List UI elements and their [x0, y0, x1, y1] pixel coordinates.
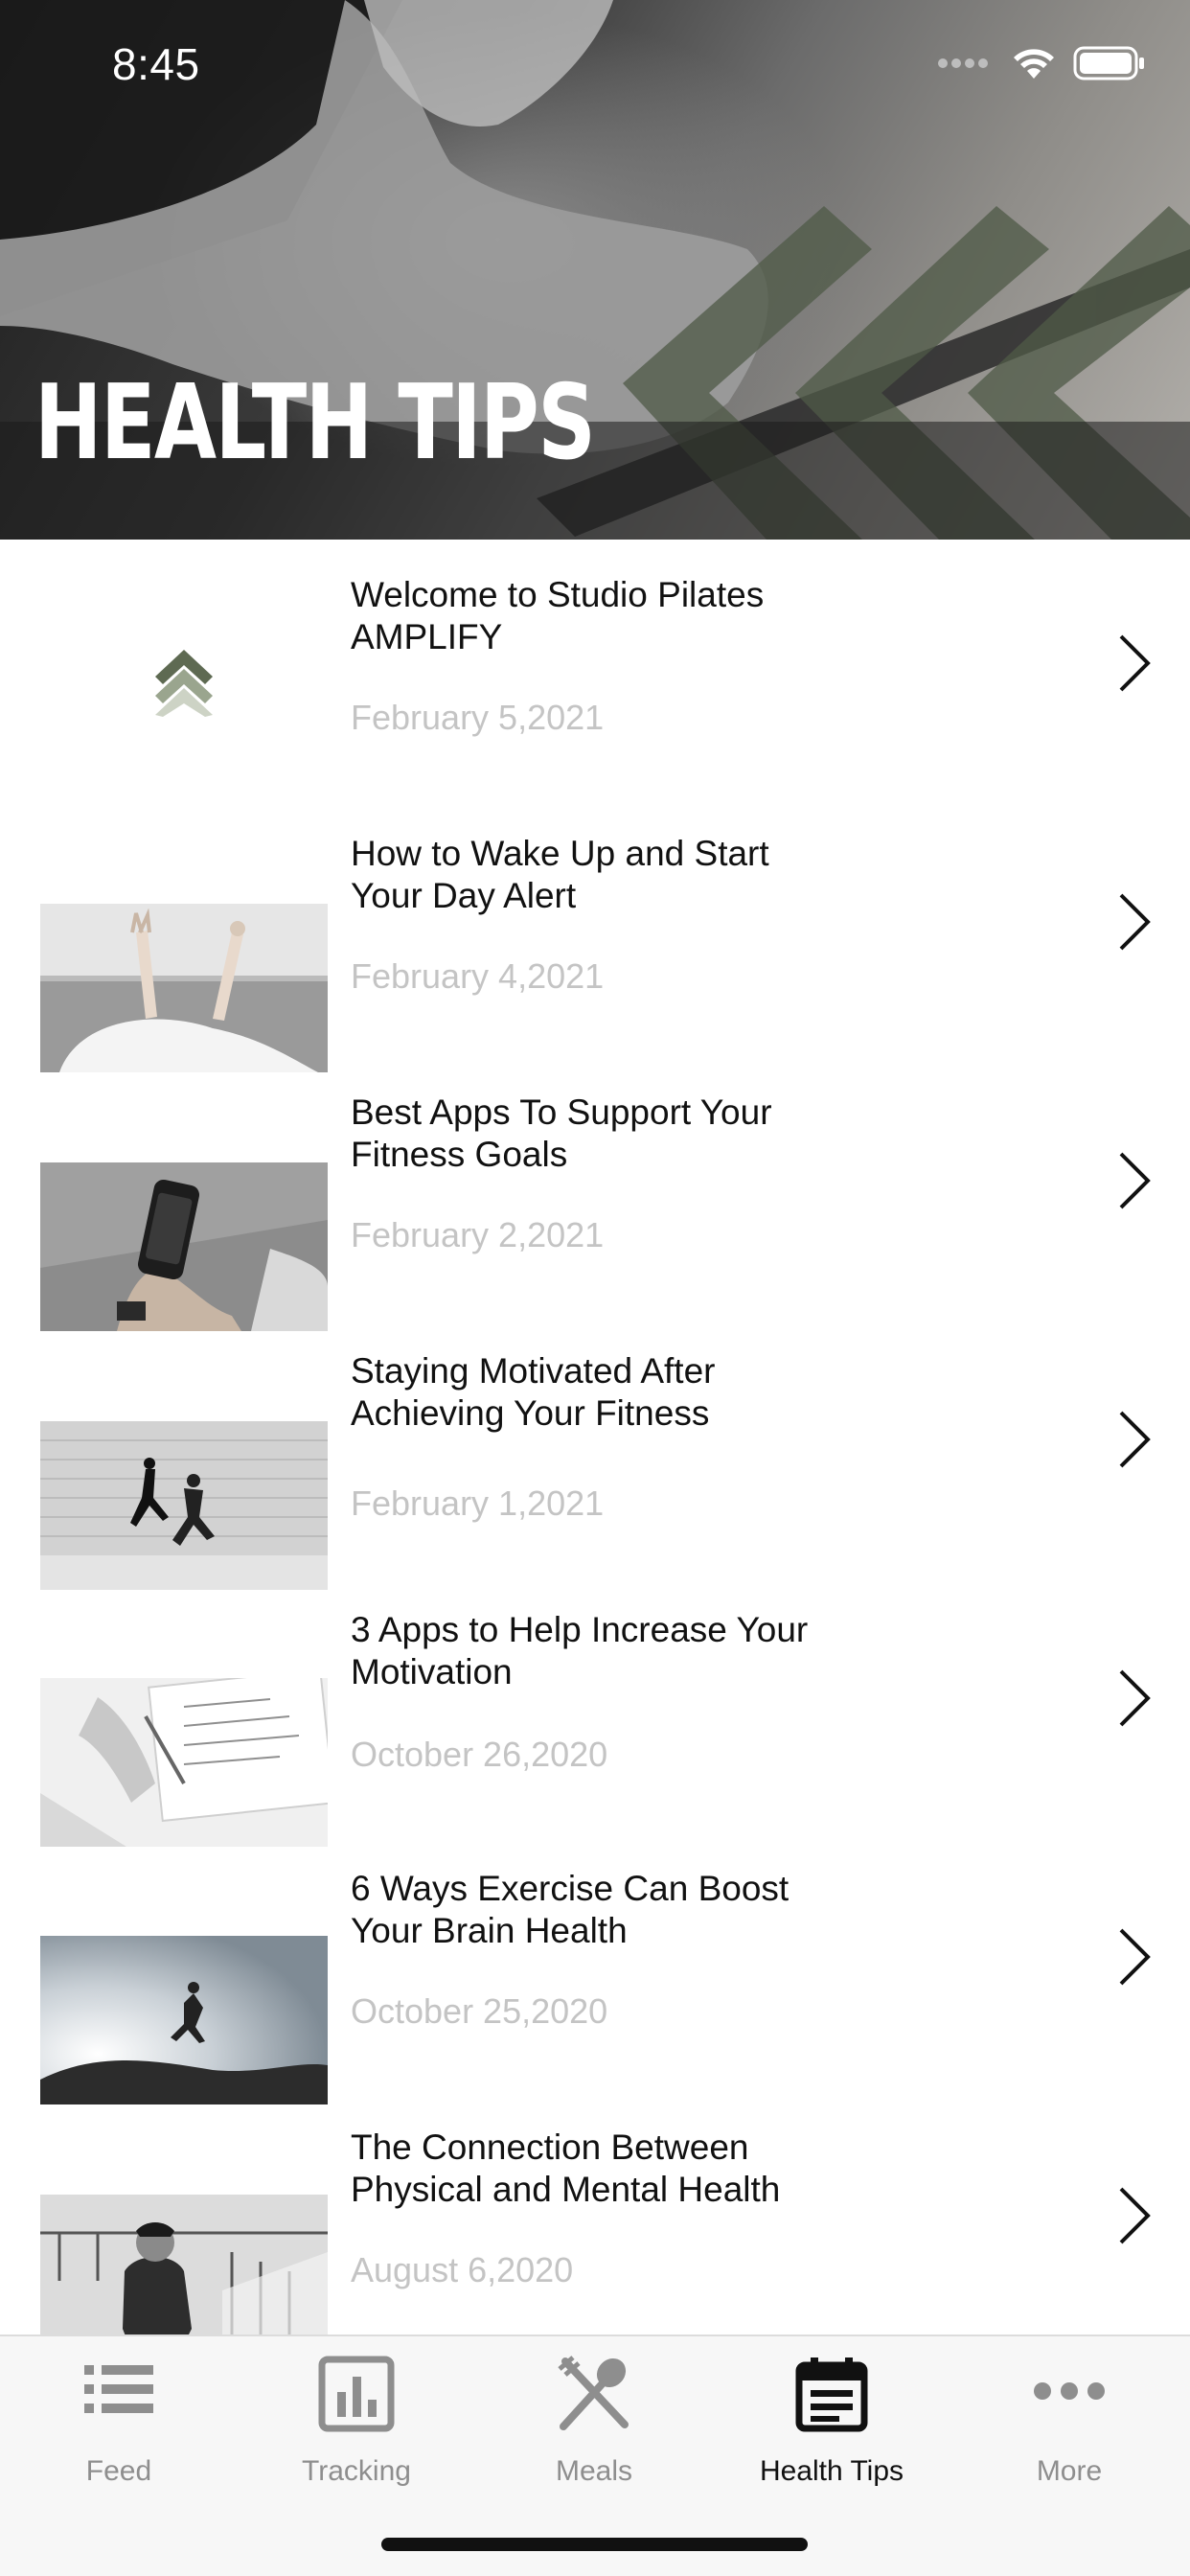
article-date: February 5,2021: [351, 698, 605, 737]
fork-spoon-icon: [558, 2356, 629, 2430]
tab-feed[interactable]: Feed: [0, 2336, 238, 2499]
tab-meals[interactable]: Meals: [475, 2336, 713, 2499]
bar-chart-icon: [318, 2356, 395, 2432]
chevron-right-icon[interactable]: [1115, 1668, 1154, 1729]
article-title: The Connection Between Physical and Ment…: [351, 2128, 781, 2209]
list-item[interactable]: Staying Motivated After Achieving Your F…: [0, 1316, 1190, 1590]
article-date: February 1,2021: [351, 1484, 605, 1523]
article-thumbnail: [40, 1421, 328, 1590]
article-thumbnail: [40, 1162, 328, 1331]
chevron-right-icon[interactable]: [1115, 2185, 1154, 2246]
article-thumbnail: [40, 1936, 328, 2104]
logo-chevron-icon: [155, 650, 213, 717]
article-thumbnail: [40, 904, 328, 1072]
tab-more[interactable]: More: [950, 2336, 1188, 2499]
calendar-icon: [795, 2358, 868, 2432]
hero-banner: HEALTH TIPS 8:45: [0, 0, 1190, 540]
list-item[interactable]: Best Apps To Support Your Fitness Goals …: [0, 1057, 1190, 1331]
chevron-right-icon[interactable]: [1115, 1150, 1154, 1211]
article-thumbnail: [40, 1678, 328, 1847]
tab-label: Feed: [85, 2455, 152, 2487]
tab-label: More: [1036, 2455, 1103, 2487]
status-icons: [937, 46, 1146, 80]
article-date: October 26,2020: [351, 1735, 608, 1774]
chevron-right-icon[interactable]: [1115, 632, 1154, 694]
status-time: 8:45: [112, 39, 200, 89]
article-date: February 2,2021: [351, 1215, 605, 1254]
list-item[interactable]: Welcome to Studio Pilates AMPLIFY Februa…: [0, 540, 1190, 798]
chevron-right-icon[interactable]: [1115, 891, 1154, 953]
article-title: Welcome to Studio Pilates AMPLIFY: [351, 575, 765, 656]
tab-health-tips[interactable]: Health Tips: [713, 2336, 950, 2499]
list-item[interactable]: The Connection Between Physical and Ment…: [0, 2092, 1190, 2363]
wifi-icon: [1014, 49, 1054, 79]
page-title: HEALTH TIPS: [34, 363, 596, 483]
home-indicator[interactable]: [381, 2538, 808, 2551]
article-title: How to Wake Up and Start Your Day Alert: [351, 834, 769, 915]
list-icon: [84, 2365, 153, 2413]
article-date: October 25,2020: [351, 1991, 608, 2031]
article-title: Best Apps To Support Your Fitness Goals: [351, 1092, 772, 1174]
tab-tracking[interactable]: Tracking: [238, 2336, 475, 2499]
more-icon: [1034, 2382, 1105, 2400]
chevron-right-icon[interactable]: [1115, 1409, 1154, 1470]
article-title: 6 Ways Exercise Can Boost Your Brain Hea…: [351, 1869, 790, 1950]
signal-icon: [938, 58, 988, 68]
list-item[interactable]: 6 Ways Exercise Can Boost Your Brain Hea…: [0, 1833, 1190, 2104]
tab-label: Health Tips: [759, 2455, 904, 2487]
battery-icon: [1073, 46, 1144, 80]
article-date: August 6,2020: [351, 2250, 574, 2289]
list-item[interactable]: 3 Apps to Help Increase Your Motivation …: [0, 1575, 1190, 1847]
tab-label: Tracking: [302, 2455, 411, 2487]
tab-label: Meals: [555, 2455, 633, 2487]
article-date: February 4,2021: [351, 956, 605, 996]
article-title: Staying Motivated After Achieving Your F…: [351, 1351, 716, 1433]
chevron-right-icon[interactable]: [1115, 1926, 1154, 1988]
article-title: 3 Apps to Help Increase Your Motivation: [351, 1610, 809, 1691]
list-item[interactable]: How to Wake Up and Start Your Day Alert …: [0, 798, 1190, 1072]
